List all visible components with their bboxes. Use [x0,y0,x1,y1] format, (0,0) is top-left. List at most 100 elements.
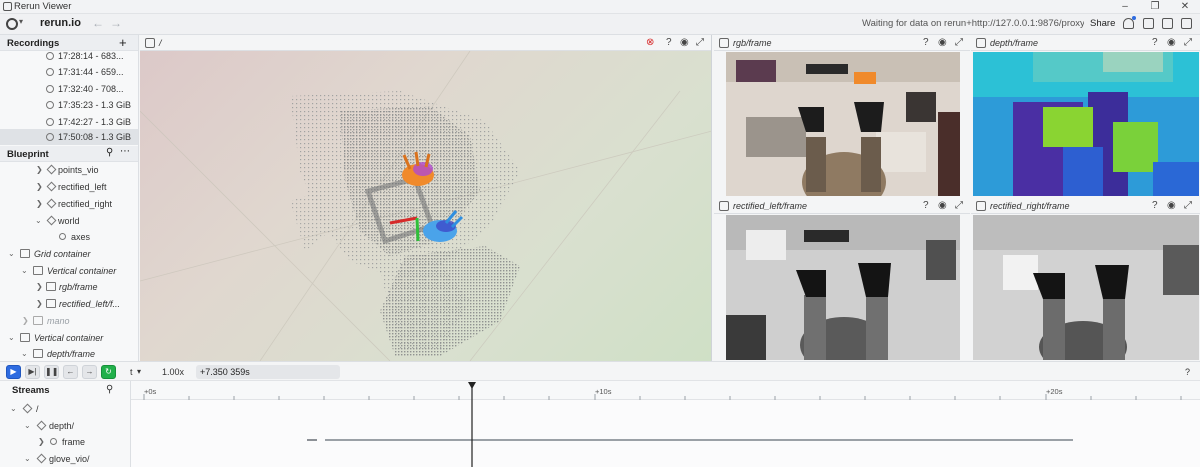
close-window-icon[interactable]: ✕ [1170,0,1200,14]
help-icon[interactable]: ? [1185,367,1190,377]
step-next-button[interactable]: → [82,365,97,379]
chevron-right-icon[interactable]: ❯ [22,316,29,325]
depth-frame-view[interactable]: depth/frame ? ◉ ⤢ [971,35,1200,197]
chevron-right-icon[interactable]: ❯ [36,182,43,191]
blueprint-entity[interactable]: ❯ rectified_left [0,179,138,195]
search-icon[interactable]: ⚲ [106,147,113,158]
timeline-selector[interactable]: t [130,367,133,377]
help-icon[interactable]: ? [1152,200,1158,211]
image-view-icon [719,201,729,211]
recording-item[interactable]: 17:28:14 - 683... [0,48,138,64]
blueprint-container[interactable]: ⌄ Vertical container [0,330,138,346]
blueprint-entity[interactable]: axes [0,229,138,245]
recording-item[interactable]: 17:42:27 - 1.3 GiB [0,114,138,130]
point-cloud-canvas[interactable] [140,51,712,361]
restore-icon[interactable]: ❐ [1140,0,1170,14]
recording-item[interactable]: 17:31:44 - 659... [0,64,138,80]
search-icon[interactable]: ⚲ [106,384,113,395]
recording-item[interactable]: 17:32:40 - 708... [0,81,138,97]
recording-item[interactable]: 17:35:23 - 1.3 GiB [0,97,138,113]
stream-entity[interactable]: ⌄ glove_vio/ [0,451,130,467]
toggle-left-panel-icon[interactable] [1143,18,1154,29]
chevron-down-icon[interactable]: ⌄ [35,216,42,225]
view-title: rectified_right/frame [990,201,1070,211]
blueprint-view[interactable]: ❯ rgb/frame [0,279,138,295]
chevron-down-icon[interactable]: ⌄ [10,404,17,413]
brand-link[interactable]: rerun.io [40,17,81,29]
timeline-canvas [143,382,1182,467]
pause-button[interactable]: ❚❚ [44,365,59,379]
chevron-down-icon[interactable]: ⌄ [24,454,31,463]
loop-button[interactable]: ↻ [101,365,116,379]
stream-entity[interactable]: ⌄ / [0,401,130,417]
rgb-frame-view[interactable]: rgb/frame ? ◉ ⤢ [714,35,970,197]
chevron-down-icon[interactable]: ⌄ [8,249,15,258]
loop-icon: ↻ [105,367,112,376]
chevron-right-icon[interactable]: ❯ [36,199,43,208]
chevron-right-icon[interactable]: ❯ [38,437,45,446]
maximize-icon[interactable]: ⤢ [1184,200,1192,211]
vertical-container-icon [20,333,30,342]
clear-icon[interactable]: ⊗ [646,37,654,48]
chevron-down-icon[interactable]: ⌄ [24,421,31,430]
help-icon[interactable]: ? [923,37,929,48]
back-arrow-icon[interactable]: ← [92,16,104,30]
step-forward-button[interactable]: ▶| [25,365,40,379]
timeline-area[interactable]: +0s +10s +20s [131,381,1200,467]
rerun-menu-icon[interactable] [6,18,18,30]
chevron-down-icon[interactable]: ▾ [19,17,23,26]
current-time-field[interactable]: +7.350 359s [196,365,340,379]
top-toolbar: ▾ rerun.io ← → Waiting for data on rerun… [0,14,1200,35]
recording-item-selected[interactable]: 17:50:08 - 1.3 GiB [0,129,138,145]
blueprint-view[interactable]: ❯ rectified_left/f... [0,296,138,312]
help-icon[interactable]: ? [666,37,672,48]
entity-label: world [58,216,80,226]
help-icon[interactable]: ? [923,200,929,211]
visibility-eye-icon[interactable]: ◉ [1167,200,1176,211]
rectified-left-view[interactable]: rectified_left/frame ? ◉ ⤢ [714,198,970,361]
visibility-eye-icon[interactable]: ◉ [938,37,947,48]
stream-entity[interactable]: ❯ frame [0,434,130,450]
maximize-icon[interactable]: ⤢ [955,37,963,48]
maximize-icon[interactable]: ⤢ [955,200,963,211]
toggle-bottom-panel-icon[interactable] [1162,18,1173,29]
blueprint-container[interactable]: ⌄ Grid container [0,246,138,262]
playback-speed[interactable]: 1.00x [162,367,184,377]
visibility-eye-icon[interactable]: ◉ [938,200,947,211]
blueprint-container[interactable]: ⌄ Vertical container [0,263,138,279]
window-title: Rerun Viewer [14,1,72,12]
blueprint-entity[interactable]: ❯ points_vio [0,162,138,178]
visibility-eye-icon[interactable]: ◉ [680,37,689,48]
maximize-icon[interactable]: ⤢ [1184,37,1192,48]
stream-entity[interactable]: ⌄ depth/ [0,418,130,434]
view-label: rgb/frame [59,282,98,292]
step-back-button[interactable]: ← [63,365,78,379]
play-icon: ▶ [10,367,17,376]
toggle-right-panel-icon[interactable] [1181,18,1192,29]
rectified-right-view[interactable]: rectified_right/frame ? ◉ ⤢ [971,198,1200,361]
blueprint-view[interactable]: ⌄ depth/frame [0,346,138,361]
play-button[interactable]: ▶ [6,365,21,379]
3d-view-icon [145,38,155,48]
chevron-right-icon[interactable]: ❯ [36,299,43,308]
chevron-right-icon[interactable]: ❯ [36,165,43,174]
minimize-icon[interactable]: – [1110,0,1140,14]
chevron-right-icon[interactable]: ❯ [36,282,43,291]
blueprint-entity[interactable]: ⌄ world [0,213,138,229]
recording-label: 17:31:44 - 659... [58,67,124,77]
blueprint-entity[interactable]: ❯ rectified_right [0,196,138,212]
chevron-down-icon[interactable]: ⌄ [21,266,28,275]
more-options-icon[interactable]: ⋯ [120,146,130,157]
chevron-down-icon[interactable]: ▾ [137,367,141,376]
clock-icon [46,133,54,141]
chevron-down-icon[interactable]: ⌄ [21,349,28,358]
help-icon[interactable]: ? [1152,37,1158,48]
chevron-down-icon[interactable]: ⌄ [8,333,15,342]
forward-arrow-icon[interactable]: → [110,16,122,30]
spatial-3d-view[interactable]: / ⊗ ? ◉ ⤢ [140,35,712,361]
share-button[interactable]: Share [1090,18,1115,29]
maximize-icon[interactable]: ⤢ [696,37,704,48]
time-cursor[interactable] [468,382,476,467]
visibility-eye-icon[interactable]: ◉ [1167,37,1176,48]
blueprint-view[interactable]: ❯ mano [0,313,138,329]
